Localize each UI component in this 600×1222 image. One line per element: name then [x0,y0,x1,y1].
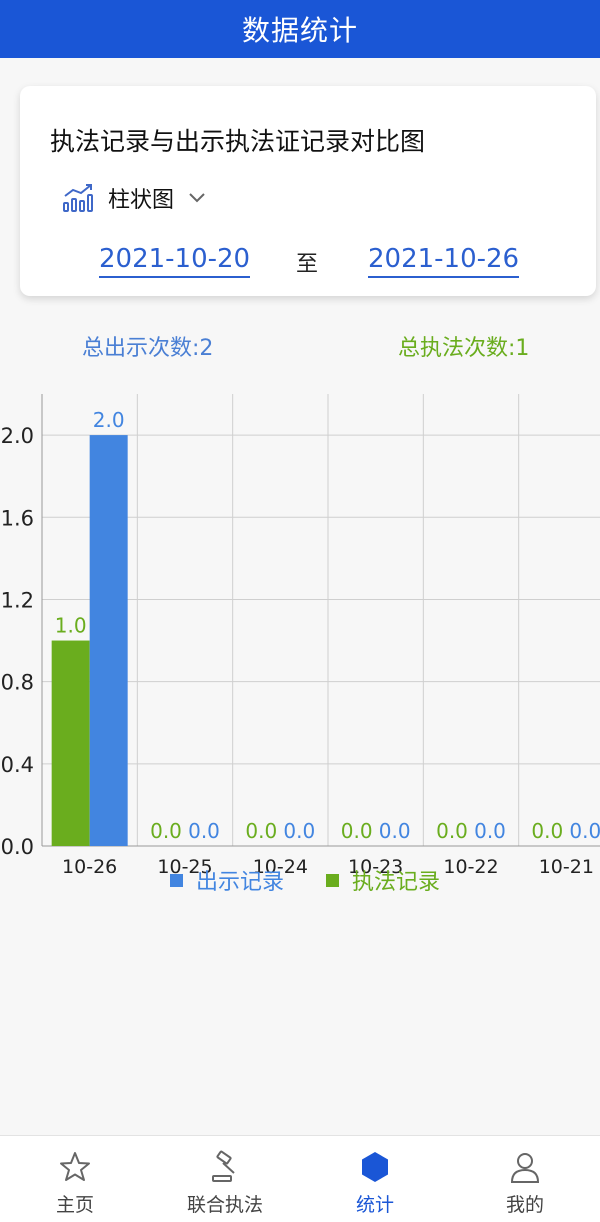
y-tick-label: 1.2 [1,588,34,612]
data-label: 2.0 [93,408,125,432]
legend-label: 出示记录 [196,870,284,895]
y-tick-label: 0.4 [1,753,34,777]
date-range-separator: 至 [296,252,319,277]
data-label: 0.0 [474,819,506,843]
chart-title: 执法记录与出示执法证记录对比图 [50,127,426,156]
star-icon [60,1152,90,1181]
bar [89,435,128,846]
data-label: 0.0 [150,819,182,843]
start-date-picker[interactable]: 2021-10-20 [99,244,251,278]
total-enforce-count: 总执法次数:1 [398,336,530,361]
page-title: 数据统计 [241,14,358,47]
app-screen: 数据统计 执法记录与出示执法证记录对比图 柱状图 2021-10-20 至 20… [0,0,600,1222]
x-tick-label: 10-26 [62,856,117,878]
tab-joint-enforcement[interactable]: 联合执法 [150,1136,300,1222]
chart-type-selector[interactable]: 柱状图 [62,182,206,214]
chevron-down-icon [189,193,205,203]
data-label: 0.0 [531,819,563,843]
y-tick-label: 1.6 [1,506,34,530]
y-tick-label: 0.8 [1,671,34,695]
data-label: 1.0 [55,614,87,638]
end-date-picker[interactable]: 2021-10-26 [368,244,520,278]
data-label: 0.0 [341,819,373,843]
x-tick-label: 10-21 [539,856,594,878]
chart-type-label: 柱状图 [108,188,175,213]
tab-mine[interactable]: 我的 [450,1136,600,1222]
data-label: 0.0 [436,819,468,843]
tab-statistics-label: 统计 [355,1194,394,1216]
x-tick-label: 10-22 [443,856,498,878]
data-label: 0.0 [569,819,600,843]
data-label: 0.0 [188,819,220,843]
legend-label: 执法记录 [352,870,440,895]
data-label: 0.0 [283,819,315,843]
legend-swatch [170,874,183,887]
tab-joint-enforcement-label: 联合执法 [186,1194,263,1216]
person-icon [510,1153,540,1183]
y-tick-label: 2.0 [1,424,34,448]
bar-chart: 0.00.40.81.21.62.01.02.010-260.0 0.010-25… [1,394,600,895]
gavel-icon [212,1150,235,1182]
app-header: 数据统计 [0,0,600,58]
tab-statistics[interactable]: 统计 [300,1136,450,1222]
bar [51,640,90,846]
filter-card: 执法记录与出示执法证记录对比图 柱状图 2021-10-20 至 2021-10… [20,86,596,296]
tab-home[interactable]: 主页 [0,1136,150,1222]
data-label: 0.0 [245,819,277,843]
total-show-count: 总出示次数:2 [82,336,214,361]
trend-chart-icon [63,184,93,212]
hexagon-icon [362,1152,388,1182]
tab-mine-label: 我的 [505,1194,544,1216]
y-tick-label: 0.0 [1,835,34,859]
tab-home-label: 主页 [55,1194,94,1216]
legend-swatch [326,874,339,887]
bottom-tab-bar: 主页 联合执法 统计 我的 [0,1135,600,1222]
data-label: 0.0 [379,819,411,843]
